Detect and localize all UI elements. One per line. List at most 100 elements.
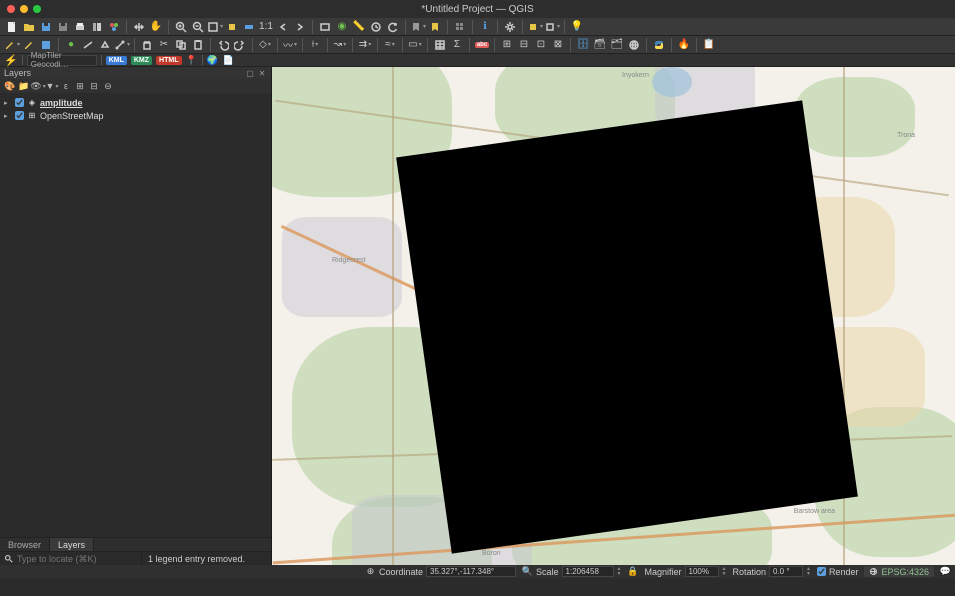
geocoder-box[interactable]: MapTiler Geocodi… [27,55,97,66]
status-lock[interactable]: 🔒 [627,566,638,577]
close-window-button[interactable] [7,5,15,13]
reshape-button[interactable]: ↝ [332,37,348,53]
paste-features-button[interactable] [190,37,206,53]
add-group-button[interactable]: 📁 [18,80,30,92]
zoom-to-layer-button[interactable] [241,19,257,35]
manage-map-themes-button[interactable]: 👁 [32,80,44,92]
add-polygon-feature-button[interactable] [97,37,113,53]
map-theme-button[interactable]: ◉ [334,19,350,35]
qms-button[interactable]: 📄 [223,54,235,66]
tab-layers[interactable]: Layers [50,538,94,551]
advanced-digitize-2[interactable]: ⊟ [516,37,532,53]
magnifier-spinner[interactable]: ▲▼ [722,567,727,577]
data-source-manager-button[interactable]: 🗄 [575,37,591,53]
new-bookmark-button[interactable] [427,19,443,35]
plugin-clipboard-button[interactable]: 📋 [701,37,717,53]
zoom-window-button[interactable] [33,5,41,13]
minimize-window-button[interactable] [20,5,28,13]
zoom-to-selection-button[interactable] [224,19,240,35]
refresh-button[interactable] [385,19,401,35]
stream-digitize-button[interactable]: 〰 [282,37,298,53]
filter-legend-button[interactable]: ▼ [46,80,58,92]
coordinate-icon[interactable]: ⊕ [365,566,376,577]
zoom-out-button[interactable] [190,19,206,35]
open-project-button[interactable] [21,19,37,35]
plugin-bolt-icon[interactable]: ⚡ [4,54,18,67]
offset-curve-button[interactable]: ⇉ [357,37,373,53]
deselect-button[interactable] [544,19,560,35]
new-map-view-button[interactable] [317,19,333,35]
layer-visibility-checkbox[interactable] [15,98,24,107]
open-attribute-table-button[interactable] [432,37,448,53]
rotation-spinner[interactable]: ▲▼ [806,567,811,577]
select-features-button[interactable] [527,19,543,35]
print-layout-button[interactable] [72,19,88,35]
digitize-shape-button[interactable]: ◇ [257,37,273,53]
render-checkbox[interactable] [817,567,826,576]
measure-button[interactable]: 📏 [351,19,367,35]
expand-toggle[interactable]: ▸ [4,112,12,120]
field-calculator-button[interactable]: Σ [449,37,465,53]
gpx-button[interactable]: 📍 [186,54,198,66]
crs-button[interactable]: EPSG:4326 [864,566,934,577]
redo-button[interactable] [232,37,248,53]
expression-filter-button[interactable]: ε [60,80,72,92]
settings-button[interactable] [502,19,518,35]
show-bookmarks-button[interactable] [410,19,426,35]
expand-all-button[interactable]: ⊞ [74,80,86,92]
new-shapefile-button[interactable]: 🗂 [609,37,625,53]
pan-to-selection-button[interactable]: ✋ [148,19,164,35]
zoom-full-button[interactable] [207,19,223,35]
undo-button[interactable] [215,37,231,53]
tile-scale-button[interactable] [452,19,468,35]
panel-undock-button[interactable]: ▢ [245,68,255,78]
advanced-digitize-3[interactable]: ⊡ [533,37,549,53]
layout-manager-button[interactable] [89,19,105,35]
new-project-button[interactable] [4,19,20,35]
layers-tree[interactable]: ▸ ◈ amplitude ▸ ⊞ OpenStreetMap [0,93,271,537]
python-console-button[interactable] [651,37,667,53]
magnifier-input[interactable] [685,566,719,577]
pan-button[interactable] [131,19,147,35]
layer-row-osm[interactable]: ▸ ⊞ OpenStreetMap [4,109,267,122]
scale-spinner[interactable]: ▲▼ [617,567,622,577]
current-edits-button[interactable] [4,37,20,53]
coordinate-input[interactable] [426,566,516,577]
style-manager-button[interactable] [106,19,122,35]
html-export-button[interactable]: HTML [156,56,181,65]
collapse-all-button[interactable]: ⊟ [88,80,100,92]
temporal-controller-button[interactable] [368,19,384,35]
remove-layer-button[interactable]: ⊖ [102,80,114,92]
label-toolbar-button[interactable]: abc [474,37,490,53]
locator-input[interactable] [17,554,137,564]
lock-icon[interactable]: 🔒 [627,566,638,577]
panel-close-button[interactable]: ✕ [257,68,267,78]
trim-extend-button[interactable]: ⟊ [307,37,323,53]
add-wms-button[interactable] [626,37,642,53]
advanced-digitize-4[interactable]: ⊠ [550,37,566,53]
zoom-in-button[interactable] [173,19,189,35]
save-project-button[interactable] [38,19,54,35]
delete-selected-button[interactable] [139,37,155,53]
new-geopackage-button[interactable]: 🗃 [592,37,608,53]
tips-button[interactable]: 💡 [569,19,585,35]
zoom-last-button[interactable] [275,19,291,35]
tab-browser[interactable]: Browser [0,538,50,551]
layer-visibility-checkbox[interactable] [15,111,24,120]
layer-styling-button[interactable]: 🎨 [4,80,16,92]
messages-button[interactable]: 💬 [940,566,951,577]
copy-features-button[interactable] [173,37,189,53]
zoom-next-button[interactable] [292,19,308,35]
advanced-digitize-1[interactable]: ⊞ [499,37,515,53]
simplify-button[interactable]: ≈ [382,37,398,53]
layer-row-amplitude[interactable]: ▸ ◈ amplitude [4,96,267,109]
plugin-fire-button[interactable]: 🔥 [676,37,692,53]
rotation-input[interactable] [769,566,803,577]
rectangle-button[interactable]: ▭ [407,37,423,53]
kml-export-button[interactable]: KML [106,56,127,65]
save-as-button[interactable] [55,19,71,35]
map-canvas[interactable]: Inyokern Ridgecrest Trona Boron Barstow … [272,67,955,565]
cut-features-button[interactable]: ✂ [156,37,172,53]
kmz-export-button[interactable]: KMZ [131,56,152,65]
zoom-native-button[interactable]: 1:1 [258,19,274,35]
